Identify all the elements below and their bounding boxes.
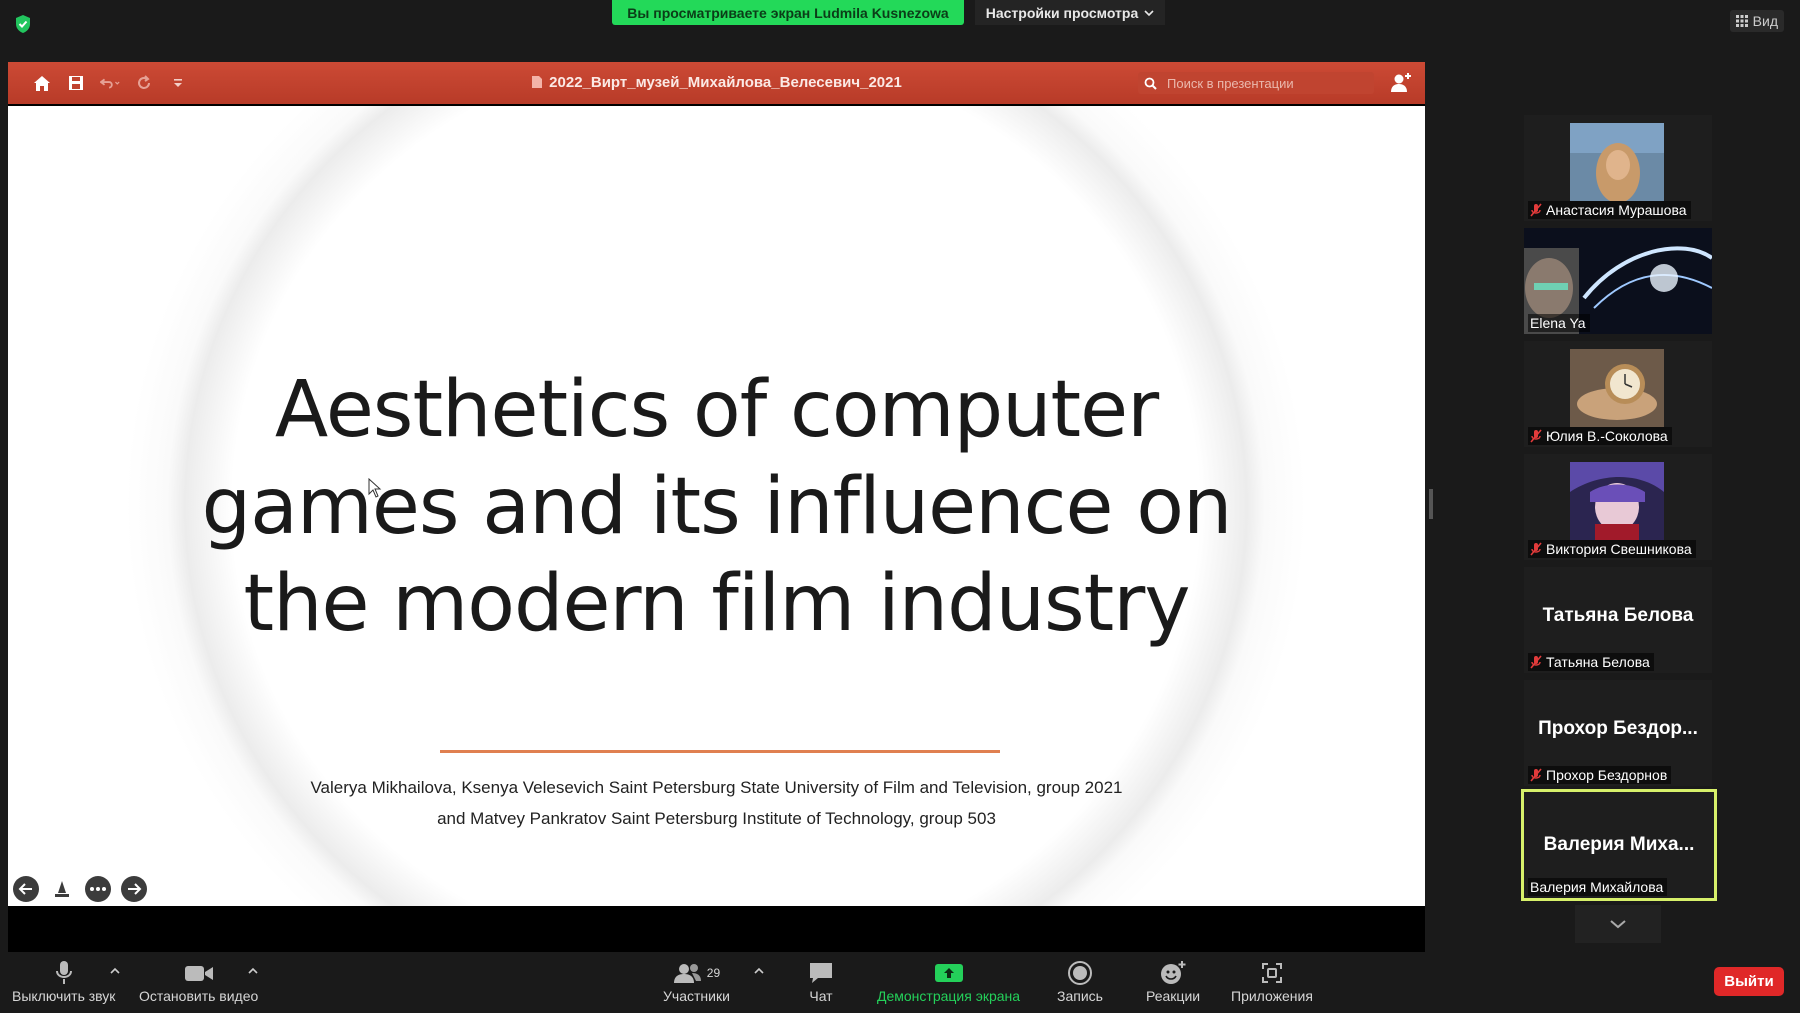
- participant-tile[interactable]: Татьяна Белова Татьяна Белова: [1524, 567, 1712, 673]
- participant-tile[interactable]: Юлия В.-Соколова: [1524, 341, 1712, 447]
- presentation-slide: Aesthetics of computer games and its inf…: [8, 106, 1425, 906]
- reactions-label: Реакции: [1146, 988, 1201, 1004]
- chevron-down-icon: [1144, 9, 1154, 16]
- shield-check-icon[interactable]: [14, 14, 32, 34]
- view-layout-button[interactable]: Вид: [1729, 10, 1784, 32]
- slide-title-line-2: games and its influence on: [201, 462, 1233, 552]
- stop-video-button[interactable]: Остановить видео: [139, 958, 258, 1004]
- mute-button-label: Выключить звук: [12, 988, 116, 1004]
- record-icon: [1067, 958, 1093, 988]
- mute-button[interactable]: Выключить звук: [12, 958, 115, 1004]
- participant-name: Анастасия Мурашова: [1546, 202, 1687, 218]
- microphone-icon: [55, 958, 73, 988]
- apps-icon: [1260, 958, 1284, 988]
- chevron-up-icon[interactable]: [248, 966, 258, 976]
- chat-bubble-icon: [808, 958, 834, 988]
- participant-tile[interactable]: Elena Ya: [1524, 228, 1712, 334]
- slide-title-line-1: Aesthetics of computer: [274, 365, 1159, 455]
- participant-name-tag: Юлия В.-Соколова: [1528, 427, 1672, 445]
- leave-button-label: Выйти: [1724, 973, 1774, 990]
- chevron-up-icon[interactable]: [754, 966, 764, 976]
- presentation-file-name: 2022_Вирт_музей_Михайлова_Велесевич_2021: [549, 74, 902, 91]
- view-settings-dropdown[interactable]: Настройки просмотра: [975, 0, 1165, 25]
- participant-tile[interactable]: Анастасия Мурашова: [1524, 115, 1712, 221]
- participant-video-thumbnail: [1570, 123, 1664, 201]
- more-options-icon[interactable]: [85, 876, 111, 902]
- share-banner-text: Вы просматриваете экран Ludmila Kusnezow…: [627, 4, 949, 21]
- reactions-button[interactable]: Реакции: [1146, 958, 1200, 1004]
- mouse-cursor-icon: [368, 478, 382, 498]
- participant-tile[interactable]: Виктория Свешникова: [1524, 454, 1712, 560]
- panel-splitter[interactable]: [1429, 489, 1433, 519]
- mic-muted-icon: [1530, 655, 1542, 669]
- slide-authors: Valerya Mikhailova, Ksenya Velesevich Sa…: [8, 772, 1425, 834]
- share-screen-icon: [934, 958, 964, 988]
- participant-name-tag: Валерия Михайлова: [1528, 878, 1668, 896]
- leave-meeting-button[interactable]: Выйти: [1714, 967, 1784, 996]
- participant-display-name: Прохор Бездор...: [1538, 718, 1698, 739]
- chevron-down-icon: [1610, 920, 1626, 929]
- participant-name-tag: Татьяна Белова: [1528, 653, 1654, 671]
- participant-name-tag: Анастасия Мурашова: [1528, 201, 1691, 219]
- smiley-plus-icon: [1159, 958, 1187, 988]
- participant-display-name: Татьяна Белова: [1542, 605, 1694, 626]
- participant-name-tag: Виктория Свешникова: [1528, 540, 1696, 558]
- document-icon: [532, 76, 543, 88]
- participant-display-name: Валерия Миха...: [1543, 834, 1695, 855]
- search-icon: [1144, 77, 1157, 90]
- record-label: Запись: [1057, 988, 1103, 1004]
- share-screen-button[interactable]: Демонстрация экрана: [877, 958, 1020, 1004]
- meeting-toolbar: Выключить звук Остановить видео 29 Участ…: [0, 952, 1800, 1013]
- participant-name: Юлия В.-Соколова: [1546, 428, 1668, 444]
- participant-video-thumbnail: [1570, 349, 1664, 427]
- slide-divider: [440, 750, 1000, 753]
- mic-muted-icon: [1530, 768, 1542, 782]
- participants-label: Участники: [663, 988, 730, 1004]
- view-settings-label: Настройки просмотра: [985, 4, 1139, 21]
- shared-screen: 2022_Вирт_музей_Михайлова_Велесевич_2021…: [8, 62, 1425, 952]
- slide-title: Aesthetics of computer games and its inf…: [8, 362, 1425, 653]
- mic-muted-icon: [1530, 203, 1542, 217]
- stop-video-label: Остановить видео: [139, 988, 259, 1004]
- chat-label: Чат: [809, 988, 833, 1004]
- participant-name: Татьяна Белова: [1546, 654, 1650, 670]
- share-screen-label: Демонстрация экрана: [877, 988, 1021, 1004]
- view-button-label: Вид: [1752, 13, 1778, 29]
- participants-icon: 29: [673, 958, 720, 988]
- scroll-participants-down[interactable]: [1575, 905, 1661, 943]
- participant-tile-active-speaker[interactable]: Валерия Миха... Валерия Михайлова: [1521, 789, 1717, 901]
- slide-navigation: [13, 876, 147, 902]
- participants-button[interactable]: 29 Участники: [663, 958, 730, 1004]
- participant-name: Прохор Бездорнов: [1546, 767, 1668, 783]
- video-camera-icon: [184, 958, 214, 988]
- grid-icon: [1735, 15, 1748, 27]
- presentation-toolbar: 2022_Вирт_музей_Михайлова_Велесевич_2021: [8, 62, 1425, 104]
- participant-name: Валерия Михайлова: [1530, 879, 1664, 895]
- apps-button[interactable]: Приложения: [1231, 958, 1313, 1004]
- slide-authors-line-1: Valerya Mikhailova, Ksenya Velesevich Sa…: [310, 778, 1123, 797]
- participant-name: Elena Ya: [1530, 315, 1586, 331]
- chevron-up-icon[interactable]: [110, 966, 120, 976]
- mic-muted-icon: [1530, 429, 1542, 443]
- previous-slide-icon[interactable]: [13, 876, 39, 902]
- screen-share-banner: Вы просматриваете экран Ludmila Kusnezow…: [612, 0, 964, 25]
- participant-tile[interactable]: Прохор Бездор... Прохор Бездорнов: [1524, 680, 1712, 786]
- share-person-icon[interactable]: [1390, 72, 1412, 94]
- next-slide-icon[interactable]: [121, 876, 147, 902]
- participants-count: 29: [706, 966, 721, 980]
- pen-tool-icon[interactable]: [49, 876, 75, 902]
- chat-button[interactable]: Чат: [808, 958, 834, 1004]
- presentation-search[interactable]: [1138, 72, 1374, 94]
- apps-label: Приложения: [1231, 988, 1313, 1004]
- record-button[interactable]: Запись: [1057, 958, 1103, 1004]
- participant-name: Виктория Свешникова: [1546, 541, 1692, 557]
- presentation-search-input[interactable]: [1165, 74, 1369, 92]
- slide-authors-line-2: and Matvey Pankratov Saint Petersburg In…: [437, 809, 996, 828]
- participant-name-tag: Elena Ya: [1528, 314, 1590, 332]
- participant-name-tag: Прохор Бездорнов: [1528, 766, 1672, 784]
- participant-video-thumbnail: [1570, 462, 1664, 540]
- slide-title-line-3: the modern film industry: [243, 559, 1190, 649]
- mic-muted-icon: [1530, 542, 1542, 556]
